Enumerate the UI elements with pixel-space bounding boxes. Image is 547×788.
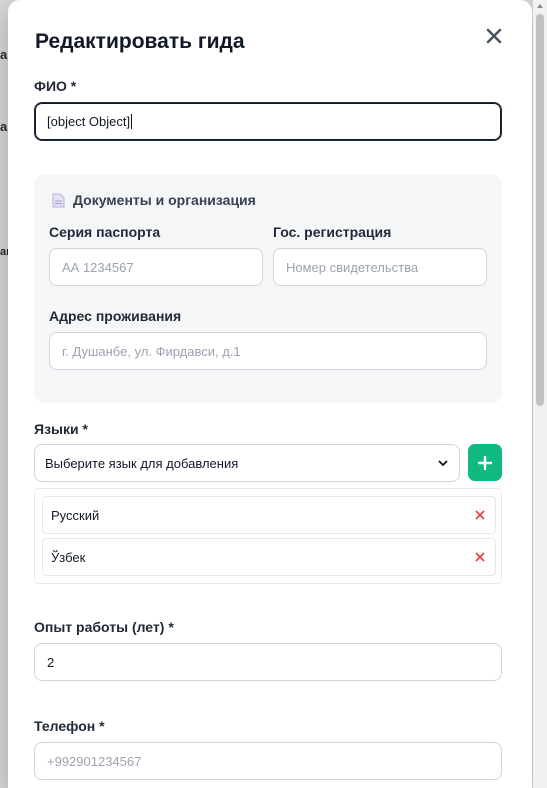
name-label: ФИО * — [34, 78, 77, 94]
chevron-down-icon — [438, 460, 448, 467]
name-input-value: [object Object] — [47, 114, 131, 129]
plus-icon — [478, 455, 492, 470]
documents-header: Документы и организация — [52, 192, 256, 208]
language-item-label: Ўзбек — [51, 549, 86, 565]
add-language-button[interactable] — [468, 444, 502, 481]
selected-languages-list: Русский Ўзбек — [34, 488, 502, 584]
phone-input[interactable]: +992901234567 — [34, 742, 502, 780]
experience-label: Опыт работы (лет) * — [34, 619, 174, 635]
remove-language-icon[interactable] — [475, 510, 485, 520]
phone-label: Телефон * — [34, 718, 105, 734]
document-icon — [52, 193, 65, 207]
registration-label: Гос. регистрация — [273, 224, 392, 240]
scrollbar-thumb[interactable] — [536, 14, 544, 406]
background-text-fragment: а — [0, 119, 8, 134]
text-caret — [131, 114, 133, 129]
background-text-fragment: а — [0, 47, 8, 62]
experience-input[interactable]: 2 — [34, 643, 502, 681]
modal-title: Редактировать гида — [35, 30, 245, 53]
language-select[interactable]: Выберите язык для добавления — [34, 444, 460, 482]
close-icon — [486, 28, 502, 44]
language-item-label: Русский — [51, 507, 100, 523]
languages-label: Языки * — [34, 421, 88, 437]
documents-heading: Документы и организация — [73, 192, 256, 208]
passport-label: Серия паспорта — [49, 224, 161, 240]
address-input[interactable]: г. Душанбе, ул. Фирдавси, д.1 — [49, 332, 487, 370]
edit-guide-modal: Редактировать гида ФИО * [object Object]… — [8, 0, 532, 788]
close-button[interactable] — [485, 27, 505, 47]
language-item: Ўзбек — [42, 538, 496, 576]
documents-section: Документы и организация Серия паспорта А… — [34, 175, 502, 403]
registration-input[interactable]: Номер свидетельства — [273, 248, 487, 286]
remove-language-icon[interactable] — [475, 552, 485, 562]
address-label: Адрес проживания — [49, 308, 182, 324]
passport-input[interactable]: АА 1234567 — [49, 248, 263, 286]
name-input[interactable]: [object Object] — [34, 102, 502, 141]
language-item: Русский — [42, 496, 496, 534]
scroll-up-arrow-icon[interactable] — [536, 2, 544, 10]
language-select-value: Выберите язык для добавления — [45, 455, 239, 471]
